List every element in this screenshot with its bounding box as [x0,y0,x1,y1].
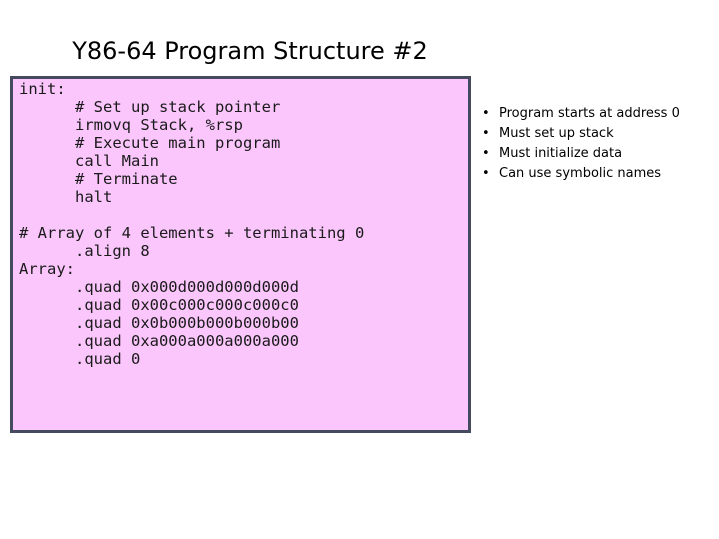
list-item-label: Can use symbolic names [499,166,662,181]
page-title: Y86-64 Program Structure #2 [72,37,428,65]
bullet-point-icon: • [482,146,490,161]
list-item: • Must initialize data [479,144,715,164]
bullet-point-icon: • [482,106,490,121]
list-item-label: Program starts at address 0 [499,106,680,121]
list-item: • Must set up stack [479,124,715,144]
assembly-code-text: init: # Set up stack pointer irmovq Stac… [19,80,365,368]
bullet-point-icon: • [482,166,490,181]
list-item-label: Must set up stack [499,126,614,141]
list-item-label: Must initialize data [499,146,623,161]
list-item: • Can use symbolic names [479,164,715,184]
slide: Y86-64 Program Structure #2 init: # Set … [0,0,719,539]
code-listing-box: init: # Set up stack pointer irmovq Stac… [10,76,471,433]
list-item: • Program starts at address 0 [479,104,715,124]
bullet-point-icon: • [482,126,490,141]
notes-bullet-list: • Program starts at address 0 • Must set… [479,104,715,184]
